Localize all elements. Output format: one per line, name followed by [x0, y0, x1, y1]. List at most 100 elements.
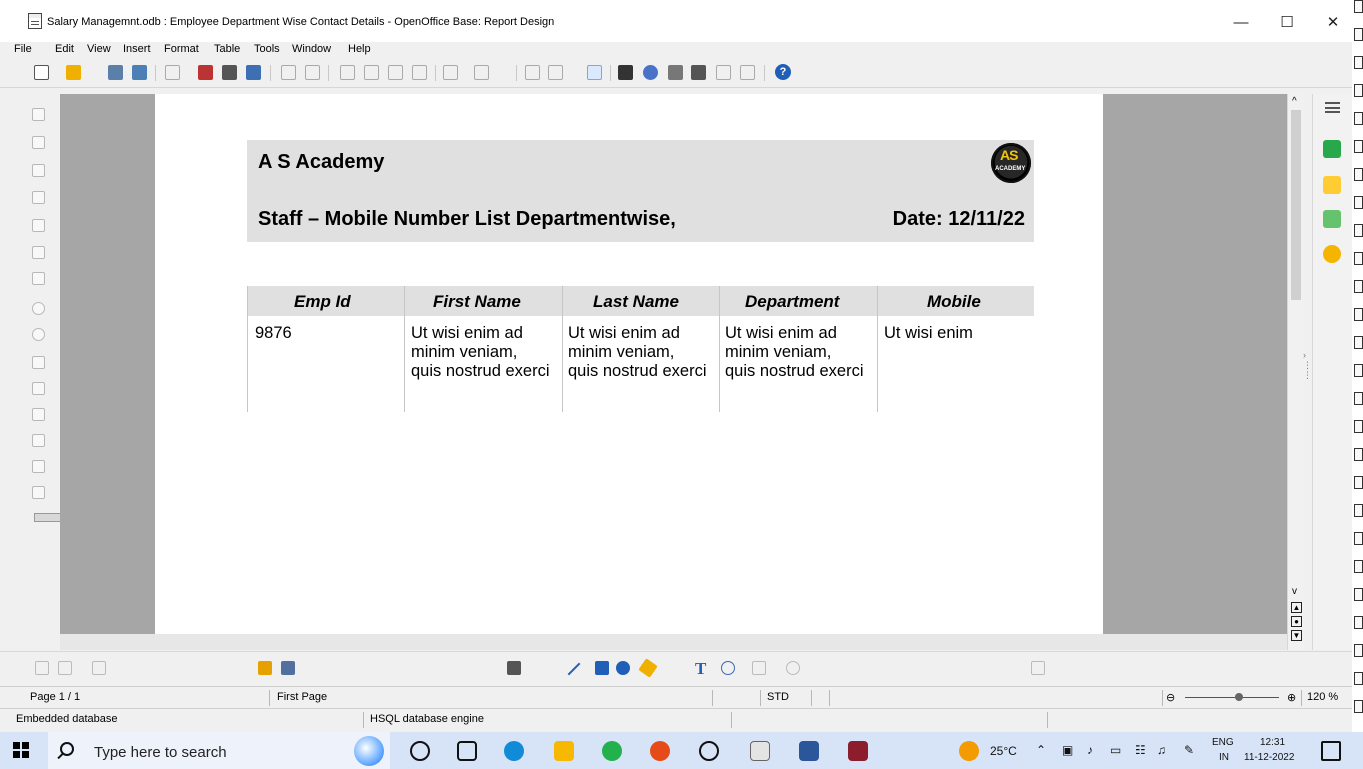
- navigator-sidebar-icon[interactable]: [1323, 245, 1341, 263]
- basic-shapes-icon[interactable]: [752, 661, 766, 675]
- weather-temperature[interactable]: 25°C: [990, 744, 1017, 758]
- paint-icon[interactable]: [750, 741, 770, 761]
- text-box-icon[interactable]: [32, 164, 45, 177]
- label-icon[interactable]: [32, 136, 45, 149]
- scroll-thumb[interactable]: [1291, 110, 1301, 300]
- weather-icon[interactable]: [959, 741, 979, 761]
- task-view-icon[interactable]: [457, 741, 477, 761]
- chrome-icon[interactable]: [650, 741, 670, 761]
- add-field-icon[interactable]: [258, 661, 272, 675]
- save-icon[interactable]: [108, 65, 123, 80]
- zoom-icon[interactable]: [740, 65, 755, 80]
- volume-icon[interactable]: ♫: [1157, 743, 1166, 757]
- hyperlink-icon[interactable]: [525, 65, 540, 80]
- menu-format[interactable]: Format: [164, 43, 199, 55]
- sorting-grouping-icon[interactable]: [281, 661, 295, 675]
- whatsapp-icon[interactable]: [602, 741, 622, 761]
- next-page-icon[interactable]: ▼: [1291, 630, 1302, 641]
- label-draw-icon[interactable]: [58, 661, 72, 675]
- radio-button-icon[interactable]: [32, 328, 45, 341]
- open-folder-icon[interactable]: [66, 65, 81, 80]
- menu-insert[interactable]: Insert: [123, 43, 151, 55]
- taskbar-date[interactable]: 11-12-2022: [1244, 752, 1294, 763]
- combo-box-icon[interactable]: [32, 382, 45, 395]
- callout-tool-icon[interactable]: [721, 661, 735, 675]
- freeform-tool-icon[interactable]: [638, 658, 658, 678]
- search-highlight-icon[interactable]: [354, 736, 384, 766]
- previous-page-icon[interactable]: ▲: [1291, 602, 1302, 613]
- formatting-marks-icon[interactable]: [716, 65, 731, 80]
- paste-icon[interactable]: [388, 65, 403, 80]
- cortana-icon[interactable]: [410, 741, 430, 761]
- horizontal-scrollbar[interactable]: [60, 634, 1287, 650]
- list-box-icon[interactable]: [32, 356, 45, 369]
- menu-file[interactable]: File: [14, 43, 32, 55]
- gallery-icon[interactable]: [668, 65, 683, 80]
- format-paintbrush-icon[interactable]: [412, 65, 427, 80]
- styles-icon[interactable]: [1323, 176, 1341, 194]
- notifications-icon[interactable]: [1321, 741, 1341, 761]
- microphone-icon[interactable]: ♪: [1087, 743, 1093, 757]
- edit-file-icon[interactable]: [165, 65, 180, 80]
- export-pdf-icon[interactable]: [198, 65, 213, 80]
- wifi-icon[interactable]: ☷: [1135, 743, 1146, 757]
- undo-icon[interactable]: [443, 65, 458, 80]
- ellipse-tool-icon[interactable]: [616, 661, 630, 675]
- word-icon[interactable]: [799, 741, 819, 761]
- sidebar-collapse-handle[interactable]: › ⋮ ⋮: [1303, 350, 1312, 390]
- page-preview-icon[interactable]: [246, 65, 261, 80]
- cut-icon[interactable]: [340, 65, 355, 80]
- scroll-up-icon[interactable]: ^: [1292, 96, 1297, 107]
- image-control-icon[interactable]: [32, 191, 45, 204]
- zoom-level[interactable]: 120 %: [1307, 691, 1338, 703]
- select-draw-icon[interactable]: [35, 661, 49, 675]
- redo-icon[interactable]: [474, 65, 489, 80]
- menu-tools[interactable]: Tools: [254, 43, 280, 55]
- image-button-icon[interactable]: [32, 460, 45, 473]
- copy-icon[interactable]: [364, 65, 379, 80]
- scroll-down-icon[interactable]: v: [1292, 586, 1297, 597]
- group-box-icon[interactable]: [32, 434, 45, 447]
- minimize-button[interactable]: —: [1218, 8, 1264, 38]
- menu-edit[interactable]: Edit: [55, 43, 74, 55]
- wizard-icon[interactable]: [32, 486, 45, 499]
- taskbar-time[interactable]: 12:31: [1260, 737, 1285, 748]
- find-icon[interactable]: [618, 65, 633, 80]
- button-control-icon[interactable]: [32, 302, 45, 315]
- line-tool-icon[interactable]: [567, 662, 581, 676]
- abc-label-icon[interactable]: [32, 408, 45, 421]
- data-sources-icon[interactable]: [691, 65, 706, 80]
- help-icon[interactable]: ?: [775, 64, 791, 80]
- print-icon[interactable]: [222, 65, 237, 80]
- new-document-icon[interactable]: [34, 65, 49, 80]
- tray-chevron-icon[interactable]: ⌃: [1036, 743, 1046, 757]
- navigator-icon[interactable]: [643, 65, 658, 80]
- file-explorer-icon[interactable]: [554, 741, 574, 761]
- field-draw-icon[interactable]: [92, 661, 106, 675]
- region-label[interactable]: IN: [1219, 752, 1229, 763]
- selection-mode-status[interactable]: STD: [767, 691, 789, 703]
- properties-icon[interactable]: [1323, 140, 1341, 158]
- battery-icon[interactable]: ▭: [1110, 743, 1121, 757]
- menu-table[interactable]: Table: [214, 43, 240, 55]
- edge-icon[interactable]: [504, 741, 524, 761]
- autospell-icon[interactable]: [305, 65, 320, 80]
- text-tool-icon[interactable]: T: [695, 659, 706, 679]
- meet-now-icon[interactable]: ▣: [1062, 743, 1073, 757]
- navigation-dot-icon[interactable]: ●: [1291, 616, 1302, 627]
- select-icon[interactable]: [32, 108, 45, 121]
- send-mail-icon[interactable]: [132, 65, 147, 80]
- taskbar-search-box[interactable]: Type here to search: [48, 732, 390, 769]
- menu-help[interactable]: Help: [348, 43, 371, 55]
- openoffice-base-icon[interactable]: [848, 741, 868, 761]
- close-button[interactable]: ✕: [1310, 8, 1356, 38]
- zoom-out-icon[interactable]: ⊖: [1166, 691, 1175, 704]
- zoom-slider[interactable]: [1185, 697, 1279, 698]
- rectangle-tool-icon[interactable]: [595, 661, 609, 675]
- zoom-slider-knob[interactable]: [1235, 693, 1243, 701]
- more-drawing-icon[interactable]: [1031, 661, 1045, 675]
- zoom-in-icon[interactable]: ⊕: [1287, 691, 1296, 704]
- spellcheck-icon[interactable]: [281, 65, 296, 80]
- maximize-button[interactable]: ☐: [1264, 8, 1310, 38]
- draw-functions-icon[interactable]: [587, 65, 602, 80]
